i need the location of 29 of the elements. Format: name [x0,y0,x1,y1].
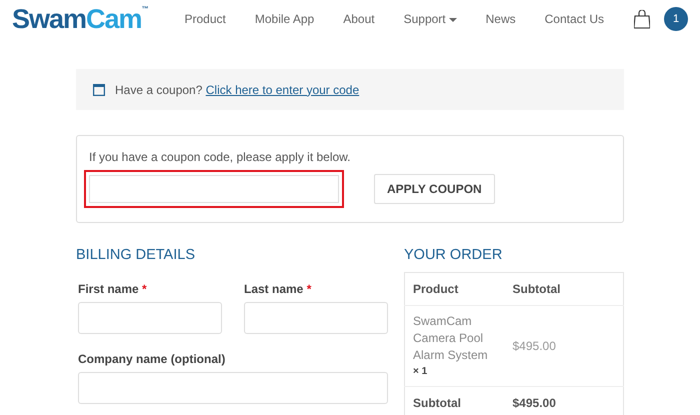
column-header: Subtotal [504,272,624,306]
nav-link[interactable]: Mobile App [254,10,314,28]
nav-link[interactable]: Support [404,10,457,28]
field-label: Company name (optional) [78,351,226,368]
shopping-bag-icon[interactable] [634,10,650,28]
total-value: $495.00 [512,396,556,410]
text-field[interactable] [244,302,388,334]
column-header: Product [404,272,504,306]
cart-count-badge[interactable]: 1 [664,7,688,31]
field-label: Last name * [244,281,312,298]
section-heading: BILLING DETAILS [76,247,196,264]
nav-link[interactable]: About [343,10,375,28]
coupon-link[interactable]: Click here to enter your code [206,82,360,96]
coupon-code-field[interactable] [84,170,344,208]
text-field[interactable] [78,302,222,334]
section-heading: YOUR ORDER [404,247,504,264]
window-icon [93,84,105,96]
coupon-hint: If you have a coupon code, please apply it below. [89,149,352,166]
apply-coupon-button[interactable]: APPLY COUPON [374,174,495,204]
nav-link[interactable]: News [486,10,516,28]
field-label: First name * [78,281,148,298]
nav-link[interactable]: Product [184,10,226,28]
nav-link[interactable]: Contact Us [544,10,604,28]
price-text: $495.00 [512,339,556,354]
total-label: Subtotal [413,396,461,410]
text-field[interactable] [78,372,388,404]
product-name: SwamCam Camera Pool Alarm System [413,313,489,364]
coupon-message: Have a coupon? Click here to enter your code [115,82,360,98]
quantity-text: × 1 [413,364,428,379]
